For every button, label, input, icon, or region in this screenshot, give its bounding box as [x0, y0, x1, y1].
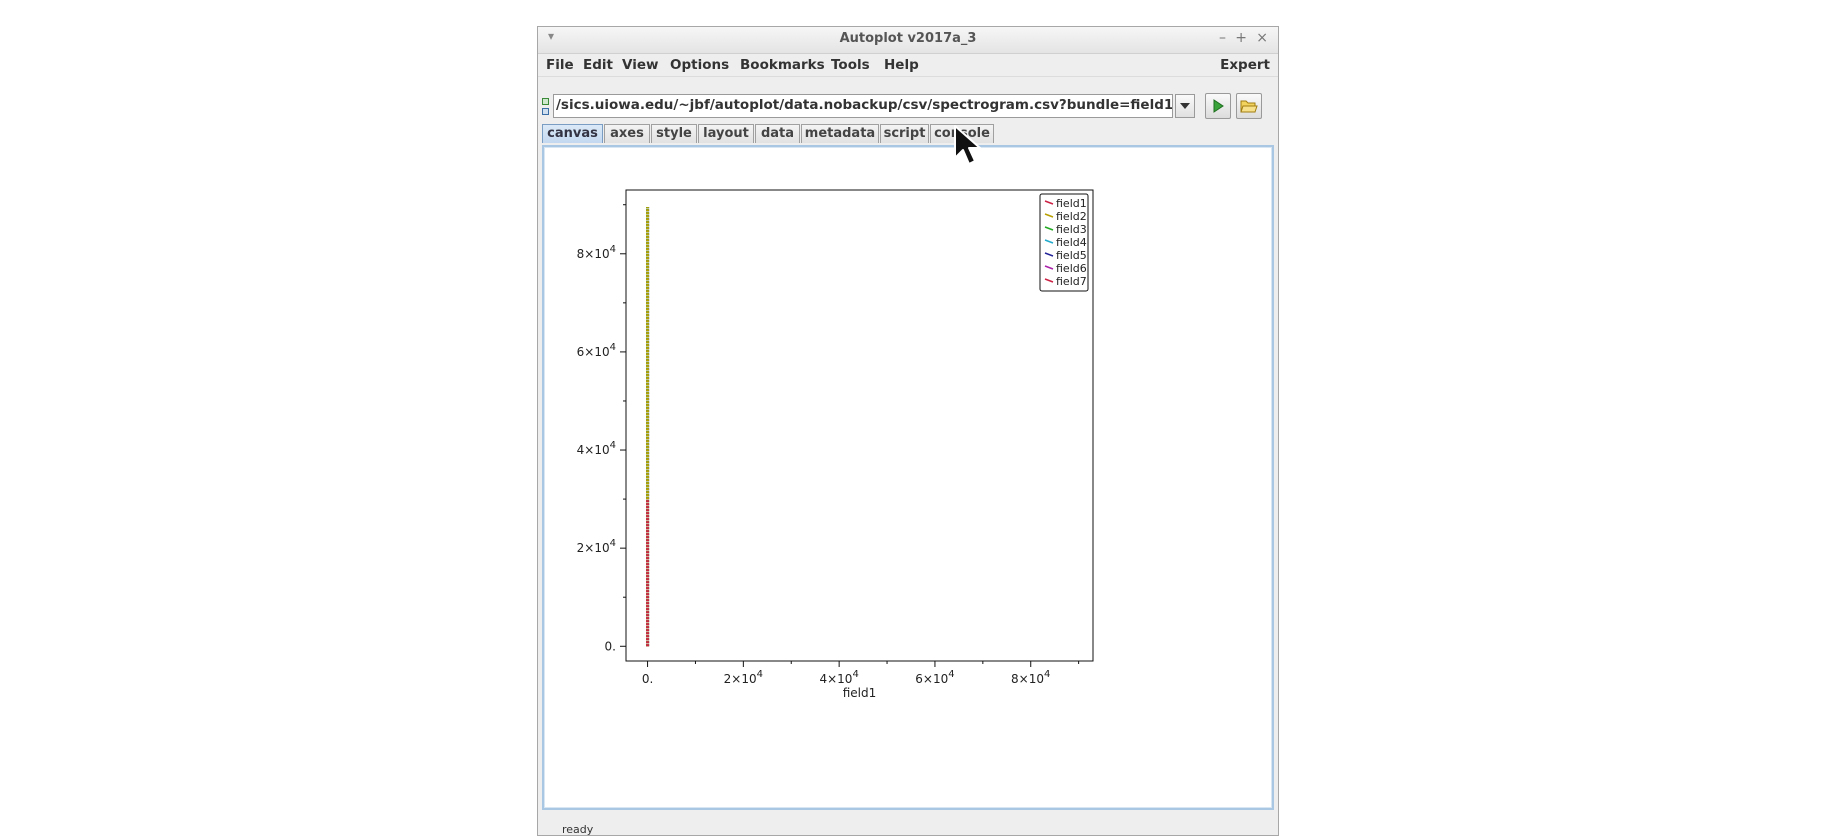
y-tick-label: 4×104 — [577, 440, 616, 457]
plot-canvas-panel[interactable]: 0. 2×104 4×104 6×104 8×104 0. 2×104 4×104 6×104 8… — [542, 145, 1274, 810]
tab-canvas[interactable]: canvas — [542, 124, 603, 143]
menu-tools[interactable]: Tools — [831, 57, 870, 73]
browse-file-button[interactable] — [1236, 93, 1262, 119]
menu-help[interactable]: Help — [884, 57, 919, 73]
legend-label-field1: field1 — [1056, 197, 1087, 210]
legend-label-field5: field5 — [1056, 249, 1087, 262]
mouse-pointer-icon — [954, 125, 981, 165]
status-bar-text: ready — [562, 823, 594, 836]
y-tick-label: 0. — [605, 639, 616, 653]
plot-go-button[interactable] — [1205, 93, 1231, 119]
y-tick-label: 2×104 — [577, 538, 616, 555]
y-tick-label: 6×104 — [577, 342, 616, 359]
close-button[interactable]: × — [1256, 30, 1268, 46]
tab-layout[interactable]: layout — [698, 124, 754, 143]
x-tick-label: 0. — [642, 672, 653, 686]
plot-frame — [625, 189, 1094, 662]
x-tick-label: 2×104 — [724, 669, 763, 686]
tab-axes[interactable]: axes — [604, 124, 650, 143]
minimize-button[interactable]: – — [1219, 30, 1226, 46]
tab-metadata[interactable]: metadata — [801, 124, 879, 143]
menu-file[interactable]: File — [546, 57, 574, 73]
data-source-bar: /sics.uiowa.edu/~jbf/autoplot/data.nobac… — [538, 88, 1278, 120]
tab-script[interactable]: script — [880, 124, 929, 143]
menu-options[interactable]: Options — [670, 57, 729, 73]
chevron-down-icon — [1180, 103, 1190, 109]
legend-label-field4: field4 — [1056, 236, 1087, 249]
legend-label-field6: field6 — [1056, 262, 1087, 275]
legend-label-field7: field7 — [1056, 275, 1087, 288]
plot-canvas[interactable]: 0. 2×104 4×104 6×104 8×104 0. 2×104 4×104 6×104 8… — [544, 147, 1272, 808]
expert-menu[interactable]: Expert — [1220, 57, 1270, 73]
x-axis-label: field1 — [843, 686, 877, 700]
autoplot-window: ▾ Autoplot v2017a_3 – + × File Edit View… — [537, 26, 1279, 836]
x-tick-label: 6×104 — [915, 669, 954, 686]
x-tick-label: 8×104 — [1011, 669, 1050, 686]
tab-data[interactable]: data — [755, 124, 800, 143]
play-icon — [1213, 99, 1224, 113]
x-tick-label: 4×104 — [819, 669, 858, 686]
menu-bookmarks[interactable]: Bookmarks — [740, 57, 825, 73]
data-source-url-field[interactable]: /sics.uiowa.edu/~jbf/autoplot/data.nobac… — [553, 94, 1173, 118]
y-tick-label: 8×104 — [577, 244, 616, 261]
title-bar: ▾ Autoplot v2017a_3 – + × — [538, 27, 1278, 54]
legend-label-field2: field2 — [1056, 210, 1087, 223]
drag-handle-icon[interactable] — [542, 98, 549, 115]
url-history-dropdown[interactable] — [1175, 94, 1195, 118]
legend-label-field3: field3 — [1056, 223, 1087, 236]
menu-edit[interactable]: Edit — [583, 57, 613, 73]
window-title: Autoplot v2017a_3 — [839, 31, 977, 46]
folder-open-icon — [1240, 100, 1258, 113]
maximize-button[interactable]: + — [1235, 30, 1247, 46]
tab-style[interactable]: style — [651, 124, 697, 143]
menu-view[interactable]: View — [622, 57, 658, 73]
menu-bar: File Edit View Options Bookmarks Tools H… — [538, 54, 1278, 77]
